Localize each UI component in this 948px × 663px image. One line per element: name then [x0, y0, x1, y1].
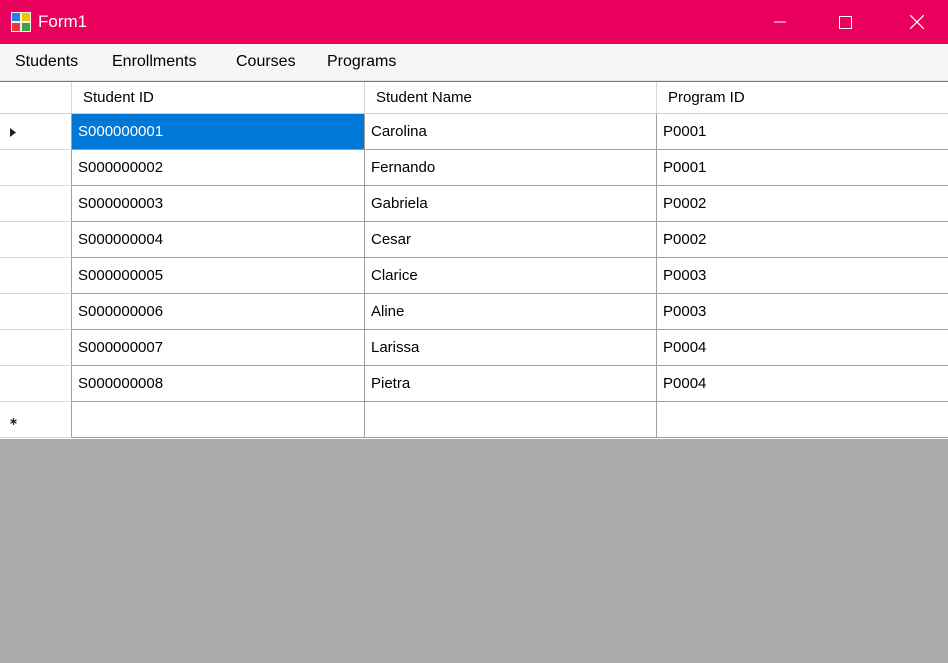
- cell-student-id[interactable]: S000000003: [72, 186, 365, 222]
- cell-program-id[interactable]: P0004: [657, 330, 948, 366]
- close-button[interactable]: [893, 0, 941, 44]
- cell-student-name[interactable]: Pietra: [365, 366, 657, 402]
- table-row[interactable]: S000000003 Gabriela P0002: [0, 186, 948, 222]
- column-header-student-name[interactable]: Student Name: [365, 82, 657, 114]
- column-header-label: Student ID: [83, 89, 154, 106]
- current-row-arrow-icon: [10, 128, 16, 137]
- column-header-label: Program ID: [668, 89, 745, 106]
- column-header-student-id[interactable]: Student ID: [72, 82, 430, 114]
- new-cell-student-name[interactable]: [365, 402, 657, 438]
- column-header-program-id[interactable]: Program ID: [657, 82, 948, 114]
- cell-student-name[interactable]: Aline: [365, 294, 657, 330]
- row-header[interactable]: [0, 330, 72, 366]
- close-icon: [910, 15, 924, 29]
- menu-enrollments[interactable]: Enrollments: [108, 44, 200, 80]
- cell-student-name[interactable]: Larissa: [365, 330, 657, 366]
- cell-program-id[interactable]: P0002: [657, 186, 948, 222]
- row-header[interactable]: [0, 186, 72, 222]
- menu-bar: Students Enrollments Courses Programs: [0, 44, 948, 81]
- table-row[interactable]: S000000006 Aline P0003: [0, 294, 948, 330]
- new-cell-student-id[interactable]: [72, 402, 365, 438]
- row-header[interactable]: [0, 114, 72, 150]
- new-row-asterisk-icon: [10, 418, 17, 425]
- row-header[interactable]: [0, 222, 72, 258]
- cell-student-id[interactable]: S000000008: [72, 366, 365, 402]
- row-header[interactable]: [0, 294, 72, 330]
- cell-student-name[interactable]: Fernando: [365, 150, 657, 186]
- cell-student-name[interactable]: Clarice: [365, 258, 657, 294]
- cell-student-id[interactable]: S000000002: [72, 150, 365, 186]
- cell-program-id[interactable]: P0001: [657, 114, 948, 150]
- new-cell-program-id[interactable]: [657, 402, 948, 438]
- row-header[interactable]: [0, 366, 72, 402]
- table-row[interactable]: S000000002 Fernando P0001: [0, 150, 948, 186]
- row-header[interactable]: [0, 258, 72, 294]
- cell-program-id[interactable]: P0004: [657, 366, 948, 402]
- title-bar: Form1: [0, 0, 948, 44]
- column-header-label: Student Name: [376, 89, 472, 106]
- row-header-corner[interactable]: [0, 82, 72, 114]
- row-header[interactable]: [0, 150, 72, 186]
- cell-program-id[interactable]: P0002: [657, 222, 948, 258]
- cell-program-id[interactable]: P0001: [657, 150, 948, 186]
- cell-student-id[interactable]: S000000006: [72, 294, 365, 330]
- maximize-icon: [838, 15, 852, 29]
- cell-student-id[interactable]: S000000001: [72, 114, 365, 150]
- table-row[interactable]: S000000001 Carolina P0001: [0, 114, 948, 150]
- cell-student-id[interactable]: S000000004: [72, 222, 365, 258]
- menu-students[interactable]: Students: [11, 44, 82, 80]
- cell-student-name[interactable]: Gabriela: [365, 186, 657, 222]
- cell-student-name[interactable]: Cesar: [365, 222, 657, 258]
- cell-program-id[interactable]: P0003: [657, 258, 948, 294]
- menu-programs[interactable]: Programs: [323, 44, 400, 80]
- cell-student-id[interactable]: S000000005: [72, 258, 365, 294]
- table-row[interactable]: S000000005 Clarice P0003: [0, 258, 948, 294]
- window-title: Form1: [38, 12, 88, 31]
- row-header[interactable]: [0, 402, 72, 438]
- minimize-button[interactable]: [756, 0, 804, 44]
- cell-student-id[interactable]: S000000007: [72, 330, 365, 366]
- menu-courses[interactable]: Courses: [232, 44, 300, 80]
- table-row[interactable]: S000000004 Cesar P0002: [0, 222, 948, 258]
- cell-program-id[interactable]: P0003: [657, 294, 948, 330]
- maximize-button[interactable]: [821, 0, 869, 44]
- table-row[interactable]: S000000007 Larissa P0004: [0, 330, 948, 366]
- table-row[interactable]: S000000008 Pietra P0004: [0, 366, 948, 402]
- new-row[interactable]: [0, 402, 948, 438]
- app-icon: [11, 12, 31, 32]
- students-grid[interactable]: Student ID Student Name Program ID S0000…: [0, 81, 948, 439]
- minimize-icon: [774, 21, 786, 23]
- cell-student-name[interactable]: Carolina: [365, 114, 657, 150]
